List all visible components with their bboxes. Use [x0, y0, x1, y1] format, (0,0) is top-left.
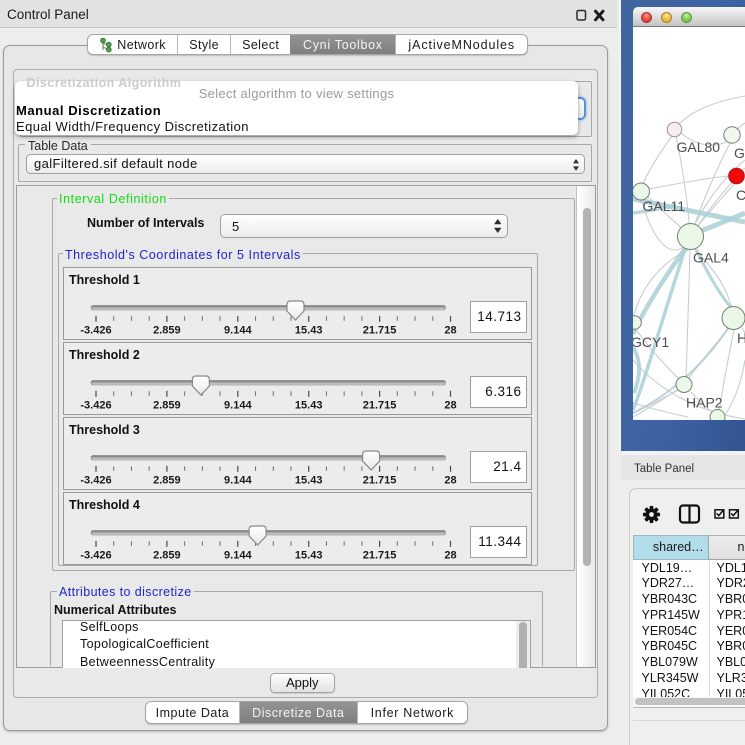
svg-text:21.715: 21.715 [363, 474, 397, 486]
svg-text:GAL11: GAL11 [643, 198, 686, 214]
svg-text:28: 28 [444, 324, 456, 336]
svg-text:-3.426: -3.426 [80, 549, 111, 561]
svg-text:H: H [737, 330, 745, 346]
svg-text:-3.426: -3.426 [80, 324, 111, 336]
svg-text:15.43: 15.43 [295, 474, 323, 486]
svg-text:HAP2: HAP2 [686, 395, 723, 411]
svg-text:28: 28 [444, 549, 456, 561]
svg-text:2.859: 2.859 [153, 549, 181, 561]
svg-text:-3.426: -3.426 [80, 399, 111, 411]
svg-text:21.715: 21.715 [363, 399, 397, 411]
svg-text:28: 28 [444, 399, 456, 411]
svg-text:9.144: 9.144 [224, 399, 252, 411]
svg-text:15.43: 15.43 [295, 399, 323, 411]
svg-text:GAL4: GAL4 [693, 250, 729, 266]
svg-text:GCY1: GCY1 [633, 334, 669, 350]
svg-text:2.859: 2.859 [153, 474, 181, 486]
svg-text:21.715: 21.715 [363, 324, 397, 336]
svg-text:9.144: 9.144 [224, 474, 252, 486]
svg-text:9.144: 9.144 [224, 549, 252, 561]
svg-text:C: C [736, 187, 745, 203]
svg-text:GAL80: GAL80 [677, 139, 721, 155]
svg-text:GA: GA [734, 145, 745, 161]
svg-text:15.43: 15.43 [295, 324, 323, 336]
svg-text:15.43: 15.43 [295, 549, 323, 561]
svg-text:2.859: 2.859 [153, 324, 181, 336]
svg-text:21.715: 21.715 [363, 549, 397, 561]
svg-text:28: 28 [444, 474, 456, 486]
svg-text:-3.426: -3.426 [80, 474, 111, 486]
svg-text:2.859: 2.859 [153, 399, 181, 411]
svg-text:9.144: 9.144 [224, 324, 252, 336]
